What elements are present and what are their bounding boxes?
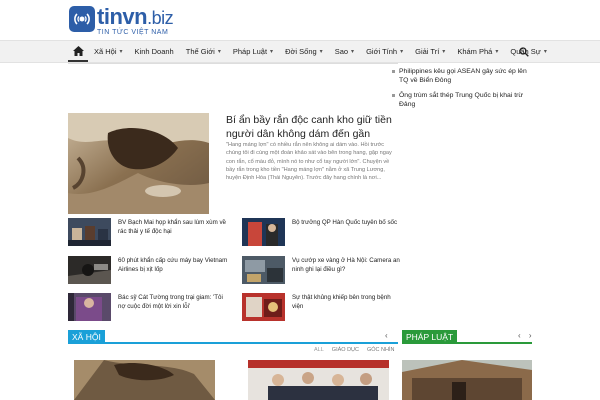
nav-item[interactable]: Giới Tính ▾ bbox=[360, 41, 409, 62]
article-title[interactable]: Vụ cướp xe vàng ở Hà Nội: Camera an ninh… bbox=[292, 256, 402, 286]
chevron-left-icon[interactable]: ‹ bbox=[385, 331, 388, 340]
nav-item-label: Xã Hội bbox=[94, 47, 117, 56]
section-filters: ALL GIÁO DỤC GÓC NHÌN bbox=[314, 347, 403, 353]
article-thumbnail[interactable] bbox=[242, 256, 285, 284]
article-thumbnail[interactable] bbox=[68, 256, 111, 284]
article-card[interactable]: Vụ cướp xe vàng ở Hà Nội: Camera an ninh… bbox=[242, 256, 402, 286]
article-title[interactable]: BV Bạch Mai họp khẩn sau lùm xùm về rác … bbox=[118, 218, 228, 248]
chevron-down-icon: ▾ bbox=[543, 49, 547, 55]
filter-giao-duc[interactable]: GIÁO DỤC bbox=[332, 347, 359, 353]
chevron-down-icon: ▾ bbox=[319, 49, 323, 55]
nav-item[interactable]: Giải Trí ▾ bbox=[409, 41, 451, 62]
article-card[interactable]: BV Bạch Mai họp khẩn sau lùm xùm về rác … bbox=[68, 218, 228, 248]
article-card[interactable]: Bộ trưởng QP Hàn Quốc tuyên bố sốc bbox=[242, 218, 402, 248]
article-title[interactable]: Bác sỹ Cát Tường trong trại giam: 'Tôi n… bbox=[118, 293, 228, 323]
filter-all[interactable]: ALL bbox=[314, 347, 324, 353]
bullet-icon bbox=[392, 94, 395, 97]
section-nav-xa-hoi: ‹ bbox=[385, 331, 388, 340]
featured-title[interactable]: Bí ẩn bầy rắn độc canh kho giữ tiền ngườ… bbox=[226, 113, 396, 141]
nav-item-label: Đời Sống bbox=[285, 47, 317, 56]
nav-item-label: Pháp Luật bbox=[232, 47, 268, 56]
section-header-phap-luat: PHÁP LUẬT bbox=[402, 330, 532, 344]
nav-item[interactable]: Thế Giới ▾ bbox=[180, 41, 227, 62]
section-tag-xa-hoi[interactable]: XÃ HỘI bbox=[68, 330, 105, 344]
logo-suffix: .biz bbox=[147, 8, 174, 28]
list-item[interactable]: Ông trùm sắt thép Trung Quốc bị khai trừ… bbox=[392, 91, 532, 109]
chevron-left-icon[interactable]: ‹ bbox=[518, 331, 521, 340]
chevron-down-icon: ▾ bbox=[217, 49, 221, 55]
nav-item-label: Giải Trí bbox=[415, 47, 440, 56]
nav-item-label: Sao bbox=[334, 47, 349, 56]
nav-item-label: Khám Phá bbox=[457, 47, 493, 56]
section-nav-phap-luat: ‹ › bbox=[518, 331, 532, 340]
nav-item[interactable]: Xã Hội ▾ bbox=[88, 41, 129, 62]
nav-item[interactable]: Sao ▾ bbox=[329, 41, 360, 62]
section-image-cave[interactable] bbox=[74, 360, 215, 400]
article-card[interactable]: 60 phút khẩn cấp cứu máy bay Vietnam Air… bbox=[68, 256, 228, 286]
chevron-down-icon: ▾ bbox=[495, 49, 499, 55]
sidebar-news-list: Philippines kêu gọi ASEAN gây sức ép lên… bbox=[392, 67, 532, 115]
article-thumbnail[interactable] bbox=[242, 293, 285, 321]
chevron-down-icon: ▾ bbox=[270, 49, 274, 55]
article-thumbnail[interactable] bbox=[242, 218, 285, 246]
bullet-icon bbox=[392, 70, 395, 73]
nav-item-label: Giới Tính bbox=[366, 47, 398, 56]
nav-item[interactable]: Kinh Doanh bbox=[129, 41, 180, 62]
nav-item[interactable]: Khám Phá ▾ bbox=[451, 41, 504, 62]
article-card[interactable]: Sự thật khủng khiếp bên trong bệnh viện bbox=[242, 293, 402, 323]
article-thumbnail[interactable] bbox=[68, 293, 111, 321]
main-navbar: Xã Hội ▾ Kinh Doanh Thế Giới ▾ Pháp Luật ▾ Đời … bbox=[0, 40, 600, 63]
section-header-xa-hoi: XÃ HỘI bbox=[68, 330, 398, 344]
site-logo[interactable]: tinvn.biz TIN TỨC VIỆT NAM bbox=[69, 4, 174, 36]
chevron-down-icon: ▾ bbox=[400, 49, 404, 55]
chevron-down-icon: ▾ bbox=[119, 49, 123, 55]
home-icon[interactable] bbox=[68, 41, 88, 62]
search-icon[interactable] bbox=[519, 44, 533, 58]
site-header: tinvn.biz TIN TỨC VIỆT NAM bbox=[0, 0, 600, 40]
featured-image[interactable] bbox=[68, 113, 209, 214]
nav-item-label: Thế Giới bbox=[185, 47, 215, 56]
section-image-meeting[interactable] bbox=[248, 360, 389, 400]
chevron-down-icon: ▾ bbox=[442, 49, 446, 55]
nav-item[interactable]: Pháp Luật ▾ bbox=[227, 41, 279, 62]
section-tag-phap-luat[interactable]: PHÁP LUẬT bbox=[402, 330, 458, 344]
featured-excerpt: "Hang máng lợn" có nhiều rắn nên không a… bbox=[226, 142, 392, 182]
logo-tagline: TIN TỨC VIỆT NAM bbox=[97, 29, 169, 36]
nav-item-label: Kinh Doanh bbox=[134, 47, 174, 56]
chevron-right-icon[interactable]: › bbox=[529, 331, 532, 340]
divider bbox=[68, 63, 398, 64]
logo-badge-icon bbox=[69, 6, 95, 32]
list-item-title[interactable]: Philippines kêu gọi ASEAN gây sức ép lên… bbox=[399, 67, 532, 85]
logo-main-text: tinvn bbox=[97, 4, 148, 29]
list-item[interactable]: Philippines kêu gọi ASEAN gây sức ép lên… bbox=[392, 67, 532, 85]
article-thumbnail[interactable] bbox=[68, 218, 111, 246]
chevron-down-icon: ▾ bbox=[351, 49, 355, 55]
section-image-house[interactable] bbox=[402, 360, 532, 400]
article-title[interactable]: Sự thật khủng khiếp bên trong bệnh viện bbox=[292, 293, 402, 323]
filter-goc-nhin[interactable]: GÓC NHÌN bbox=[367, 347, 395, 353]
nav-item[interactable]: Đời Sống ▾ bbox=[279, 41, 329, 62]
article-card[interactable]: Bác sỹ Cát Tường trong trại giam: 'Tôi n… bbox=[68, 293, 228, 323]
list-item-title[interactable]: Ông trùm sắt thép Trung Quốc bị khai trừ… bbox=[399, 91, 532, 109]
article-title[interactable]: Bộ trưởng QP Hàn Quốc tuyên bố sốc bbox=[292, 218, 402, 248]
article-title[interactable]: 60 phút khẩn cấp cứu máy bay Vietnam Air… bbox=[118, 256, 228, 286]
